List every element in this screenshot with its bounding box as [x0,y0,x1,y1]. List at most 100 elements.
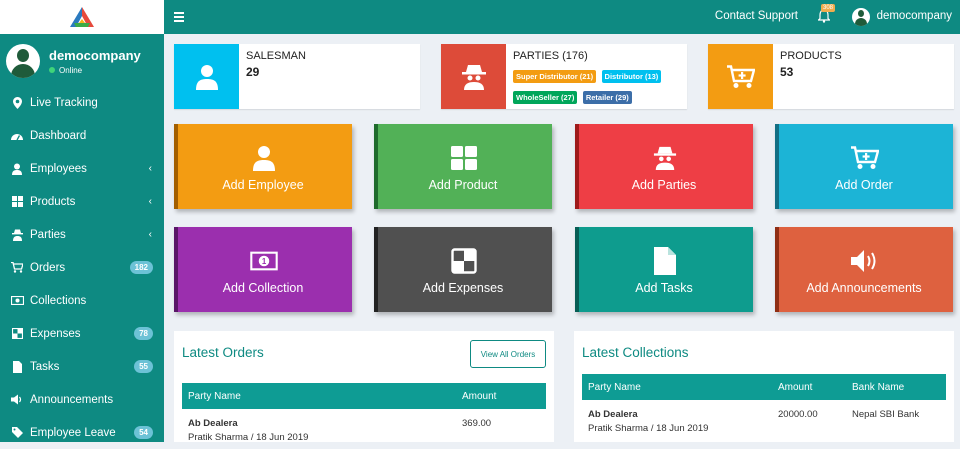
super-distributor-tag[interactable]: Super Distributor (21) [513,70,597,83]
salesman-count: 29 [246,65,260,79]
spy-icon [10,229,24,241]
menu-toggle-icon[interactable] [174,12,184,24]
sidebar-item-tasks[interactable]: Tasks 55 [0,350,164,383]
add-tasks-tile[interactable]: Add Tasks [575,227,753,312]
retailer-tag[interactable]: Retailer (29) [582,91,632,104]
latest-collections-panel: Latest Collections Party Name Amount Ban… [574,331,954,442]
add-parties-tile[interactable]: Add Parties [575,124,753,209]
add-product-tile[interactable]: Add Product [374,124,552,209]
parties-info-box: PARTIES (176) Super Distributor (21) Dis… [441,44,687,109]
salesman-info-box: SALESMAN 29 [174,44,420,109]
money-icon: 1 [250,247,278,275]
avatar [6,44,40,78]
sidebar: democompany Online Live Tracking Dashboa… [0,0,164,442]
add-collection-tile[interactable]: 1 Add Collection [174,227,352,312]
money-icon [10,295,24,307]
sidebar-item-collections[interactable]: Collections [0,284,164,317]
add-employee-tile[interactable]: Add Employee [174,124,352,209]
products-count: 53 [780,65,794,79]
leave-count-badge: 54 [134,426,153,439]
sidebar-item-parties[interactable]: Parties ‹ [0,218,164,251]
chevron-left-icon: ‹ [148,163,152,174]
tile-label: Add Announcements [806,281,922,295]
sidebar-item-label: Employees [30,162,87,175]
sidebar-item-label: Employee Leave [30,426,116,439]
orders-count-badge: 182 [129,261,153,274]
table-row[interactable]: Ab Dealera Pratik Sharma / 18 Jun 2019 2… [582,409,946,439]
svg-text:1: 1 [262,257,267,266]
distributor-tag[interactable]: Distributor (13) [601,70,662,83]
sidebar-item-label: Expenses [30,327,81,340]
cart-icon [10,262,24,274]
user-icon [250,144,278,172]
sidebar-item-label: Live Tracking [30,96,98,109]
tile-label: Add Collection [222,281,304,295]
tile-label: Add Tasks [635,281,693,295]
tile-label: Add Parties [631,178,697,192]
column-header-party-name[interactable]: Party Name [588,382,641,393]
tile-label: Add Employee [222,178,304,192]
sidebar-item-label: Announcements [30,393,114,406]
salesman-date: Pratik Sharma / 18 Jun 2019 [588,423,709,434]
table-row[interactable]: Ab Dealera Pratik Sharma / 18 Jun 2019 3… [182,418,546,443]
latest-collections-title: Latest Collections [582,345,689,360]
sidebar-item-employees[interactable]: Employees ‹ [0,152,164,185]
expenses-count-badge: 78 [134,327,153,340]
top-bar: Contact Support 308 democompany [164,0,960,34]
party-name: Ab Dealera [588,409,638,420]
column-header-bank-name[interactable]: Bank Name [852,382,904,393]
add-announcements-tile[interactable]: Add Announcements [775,227,953,312]
tile-label: Add Order [835,178,893,192]
user-menu[interactable]: democompany [877,10,952,22]
latest-orders-title: Latest Orders [182,345,264,360]
sidebar-item-orders[interactable]: Orders 182 [0,251,164,284]
tag-icon [10,427,24,439]
column-header-amount[interactable]: Amount [778,382,812,393]
add-expenses-tile[interactable]: Add Expenses [374,227,552,312]
view-all-orders-button[interactable]: View All Orders [470,340,546,368]
sidebar-item-expenses[interactable]: Expenses 78 [0,317,164,350]
sidebar-item-dashboard[interactable]: Dashboard [0,119,164,152]
salesman-date: Pratik Sharma / 18 Jun 2019 [188,432,309,443]
cart-plus-icon [851,144,879,172]
user-icon [10,163,24,175]
online-dot [49,67,55,73]
tile-label: Add Expenses [422,281,504,295]
expenses-icon [450,247,478,275]
sidebar-item-live-tracking[interactable]: Live Tracking [0,86,164,119]
file-icon [651,247,679,275]
speaker-icon [851,247,879,275]
file-icon [10,360,24,373]
sidebar-item-label: Dashboard [30,129,87,142]
sidebar-item-products[interactable]: Products ‹ [0,185,164,218]
chevron-left-icon: ‹ [148,229,152,240]
grid-icon [450,144,478,172]
spy-icon [441,44,506,109]
add-order-tile[interactable]: Add Order [775,124,953,209]
order-amount: 369.00 [462,418,492,429]
bank-name: Nepal SBI Bank [852,409,920,420]
party-type-tags: Super Distributor (21) Distributor (13) … [513,66,683,108]
sidebar-item-label: Collections [30,294,87,307]
tasks-count-badge: 55 [134,360,153,373]
user-name: democompany [49,47,141,63]
collection-amount: 20000.00 [778,409,818,420]
notification-count-badge: 308 [820,4,835,12]
sidebar-item-announcements[interactable]: Announcements [0,383,164,416]
latest-orders-panel: Latest Orders View All Orders Party Name… [174,331,554,443]
contact-support-link[interactable]: Contact Support [715,10,798,22]
chevron-left-icon: ‹ [148,196,152,207]
sidebar-item-employee-leave[interactable]: Employee Leave 54 [0,416,164,449]
wholeseller-tag[interactable]: WholeSeller (27) [513,91,578,104]
column-header-party-name[interactable]: Party Name [188,391,241,402]
parties-title: PARTIES (176) [513,50,588,62]
dashboard-icon [10,130,24,142]
avatar[interactable] [852,8,870,26]
salesman-title: SALESMAN [246,50,306,62]
cart-plus-icon [708,44,773,109]
user-panel: democompany Online [0,38,164,84]
column-header-amount[interactable]: Amount [462,391,496,402]
collections-table-header: Party Name Amount Bank Name [582,374,946,400]
logo[interactable] [0,0,164,34]
products-title: PRODUCTS [780,50,842,62]
